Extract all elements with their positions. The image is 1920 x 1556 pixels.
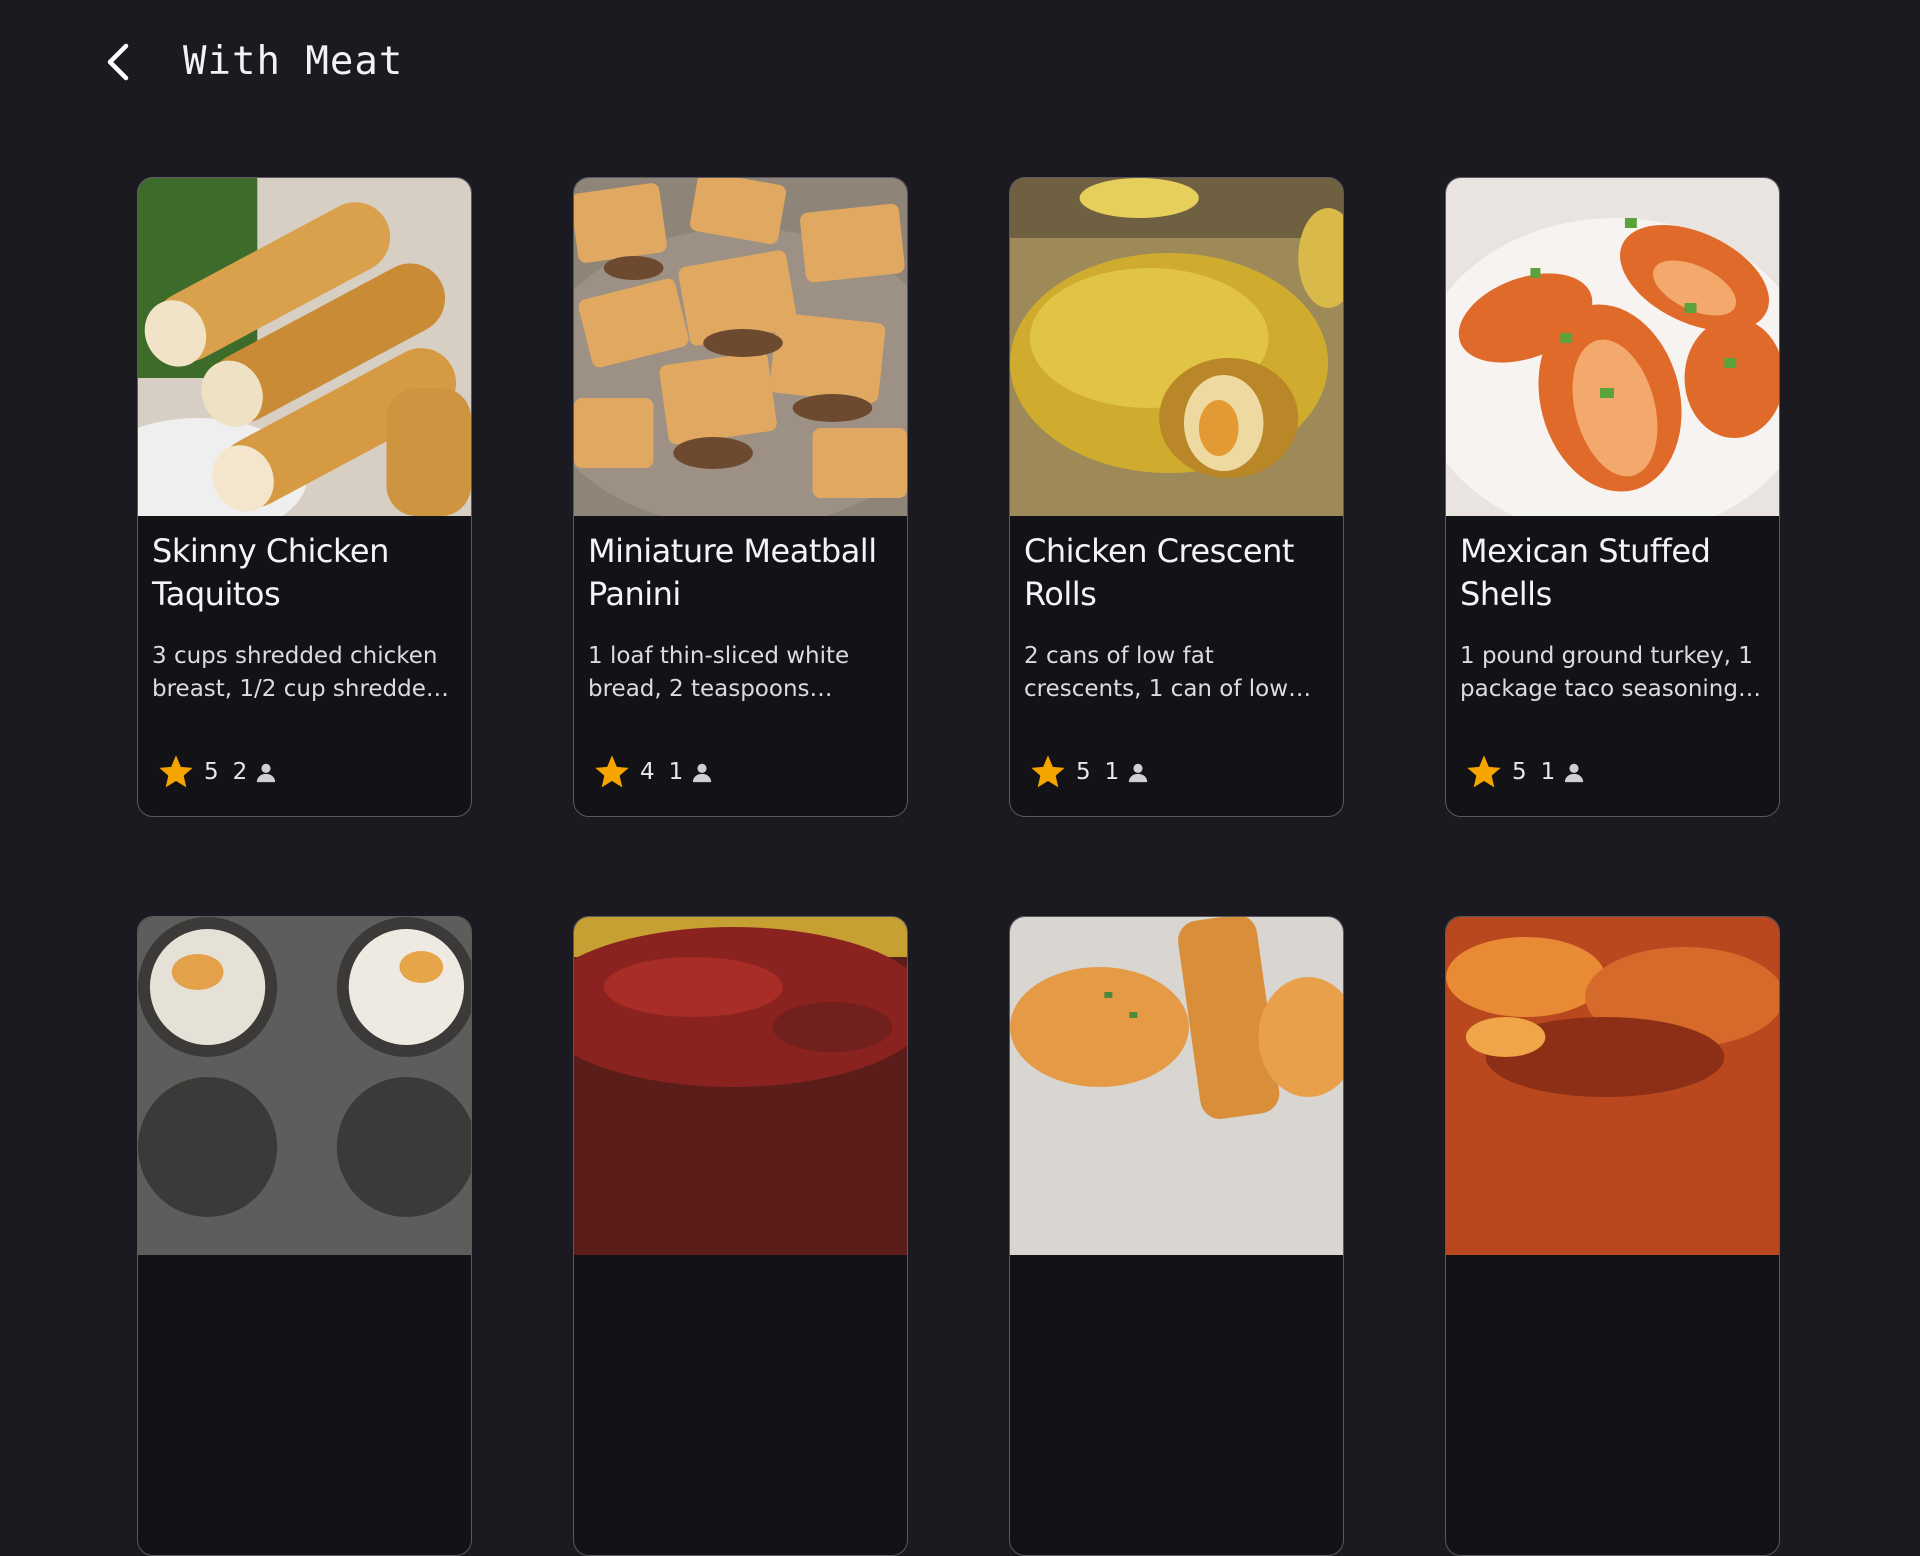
recipe-title: Miniature Meatball Panini <box>588 532 877 613</box>
recipe-card[interactable] <box>1445 916 1780 1556</box>
star-icon <box>595 755 629 788</box>
recipe-image <box>1010 917 1343 1255</box>
rating-value: 5 <box>1076 759 1091 785</box>
star-icon <box>1467 755 1501 788</box>
recipe-card[interactable]: Chicken Crescent Rolls 2 cans of low fat… <box>1009 177 1344 817</box>
chevron-left-icon <box>107 43 129 81</box>
recipe-image <box>138 178 471 516</box>
person-icon <box>1565 763 1584 783</box>
recipe-title: Skinny Chicken Taquitos <box>152 532 389 613</box>
review-count: 1 <box>1540 759 1556 785</box>
recipe-rating-row: 4 1 <box>592 750 713 794</box>
recipe-card[interactable]: Mexican Stuffed Shells 1 pound ground tu… <box>1445 177 1780 817</box>
recipe-rating-row: 5 2 <box>156 750 277 794</box>
rating-value: 5 <box>1512 759 1527 785</box>
person-icon <box>257 763 276 783</box>
recipe-image <box>1446 178 1779 516</box>
recipe-card[interactable] <box>1009 916 1344 1556</box>
star-icon <box>159 755 193 788</box>
recipe-description: 1 loaf thin-sliced white bread, 2 teaspo… <box>588 643 850 702</box>
page-title: With Meat <box>183 39 404 84</box>
recipe-rating-row: 5 1 <box>1464 750 1585 794</box>
recipe-description: 2 cans of low fat crescents, 1 can of lo… <box>1024 643 1289 702</box>
rating-value: 4 <box>640 759 655 785</box>
recipe-rating-row: 5 1 <box>1028 750 1149 794</box>
review-count: 1 <box>1104 759 1120 785</box>
recipe-image <box>1010 178 1343 516</box>
recipe-image <box>574 917 907 1255</box>
recipe-description: 3 cups shredded chicken breast, 1/2 cup … <box>152 643 441 702</box>
recipe-card[interactable] <box>573 916 908 1556</box>
recipe-image <box>1446 917 1779 1255</box>
recipe-title: Mexican Stuffed Shells <box>1460 532 1711 613</box>
recipe-description: 1 pound ground turkey, 1 package taco se… <box>1460 643 1753 702</box>
recipe-card[interactable] <box>137 916 472 1556</box>
app-header: With Meat <box>0 0 1920 130</box>
recipe-card[interactable]: Skinny Chicken Taquitos 3 cups shredded … <box>137 177 472 817</box>
rating-value: 5 <box>204 759 219 785</box>
recipe-title: Chicken Crescent Rolls <box>1024 532 1294 613</box>
person-icon <box>693 763 712 783</box>
recipe-image <box>138 917 471 1255</box>
recipe-card[interactable]: Miniature Meatball Panini 1 loaf thin-sl… <box>573 177 908 817</box>
back-button[interactable] <box>96 38 144 86</box>
star-icon <box>1031 755 1065 788</box>
person-icon <box>1129 763 1148 783</box>
review-count: 2 <box>232 759 248 785</box>
recipe-image <box>574 178 907 516</box>
review-count: 1 <box>668 759 684 785</box>
